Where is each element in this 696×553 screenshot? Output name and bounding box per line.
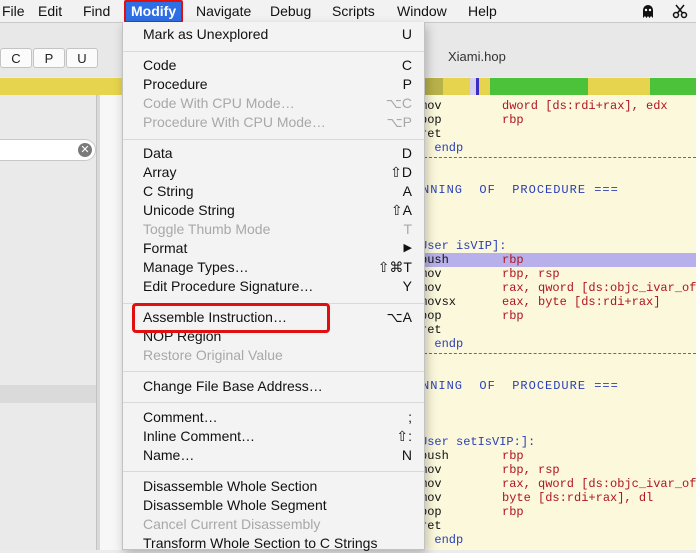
scissors-icon[interactable] [672,3,688,19]
menu-item-comment[interactable]: Comment…; [123,408,424,427]
window-title: Xiami.hop [448,49,506,64]
menu-item-change-base-address[interactable]: Change File Base Address… [123,377,424,396]
clear-search-icon[interactable]: ✕ [78,143,92,157]
menu-edit[interactable]: Edit [38,0,62,22]
menu-modify[interactable]: Modify [124,0,184,23]
menu-separator [123,471,424,472]
menu-item-unicode-string[interactable]: Unicode String ⇧A [123,201,424,220]
menu-separator [123,371,424,372]
menu-item-disassemble-segment[interactable]: Disassemble Whole Segment [123,496,424,515]
menu-bar: File Edit Find Modify Navigate Debug Scr… [0,0,696,23]
menu-help[interactable]: Help [468,0,497,22]
procedure-banner: NNING OF PROCEDURE === [422,379,619,393]
menu-file[interactable]: File [2,0,25,22]
menu-item-format[interactable]: Format ▶ [123,239,424,258]
menu-item-code[interactable]: Code C [123,56,424,75]
menu-find[interactable]: Find [83,0,110,22]
procedure-banner: NNING OF PROCEDURE === [422,183,619,197]
submenu-arrow-icon: ▶ [403,242,412,254]
menu-item-mark-unexplored[interactable]: Mark as Unexplored U [123,25,424,44]
nav-segment [490,78,588,95]
menu-separator [123,51,424,52]
menu-item-disassemble-section[interactable]: Disassemble Whole Section [123,477,424,496]
menu-item-data[interactable]: Data D [123,144,424,163]
menu-separator [123,139,424,140]
menu-window[interactable]: Window [397,0,447,22]
menu-item-name[interactable]: Name… N [123,446,424,465]
menu-scripts[interactable]: Scripts [332,0,375,22]
menu-item-inline-comment[interactable]: Inline Comment… ⇧: [123,427,424,446]
procedure-separator [424,157,696,158]
sidebar-section-header [0,385,96,403]
sidebar [0,95,96,550]
menu-item-c-string[interactable]: C String A [123,182,424,201]
menu-item-cancel-disassembly: Cancel Current Disassembly [143,516,321,532]
modify-menu: Mark as Unexplored U Code C Procedure P Cod… [122,22,425,553]
menu-item-code-cpu-mode: Code With CPU Mode… ⌥C [143,95,412,111]
nav-segment [423,78,443,95]
menu-separator [123,402,424,403]
menu-debug[interactable]: Debug [270,0,311,22]
search-input[interactable]: ✕ [0,139,96,161]
ghost-icon[interactable] [640,3,656,19]
annotation-highlight [132,303,330,333]
menu-item-array[interactable]: Array ⇧D [123,163,424,182]
nav-segment [650,78,696,95]
segment-p-button[interactable]: P [33,48,65,68]
code-gutter [100,95,124,550]
menu-item-procedure[interactable]: Procedure P [123,75,424,94]
menu-item-manage-types[interactable]: Manage Types… ⇧⌘T [123,258,424,277]
nav-cursor [476,78,479,95]
procedure-separator [424,353,696,354]
menu-navigate[interactable]: Navigate [196,0,251,22]
menu-item-transform-c-strings[interactable]: Transform Whole Section to C Strings [123,534,424,553]
menu-item-toggle-thumb: Toggle Thumb Mode T [143,221,412,237]
menu-item-procedure-cpu-mode: Procedure With CPU Mode… ⌥P [143,114,412,130]
menu-item-edit-signature[interactable]: Edit Procedure Signature… Y [123,277,424,296]
segment-c-button[interactable]: C [0,48,32,68]
menu-item-restore-value: Restore Original Value [143,347,283,363]
segment-u-button[interactable]: U [66,48,98,68]
